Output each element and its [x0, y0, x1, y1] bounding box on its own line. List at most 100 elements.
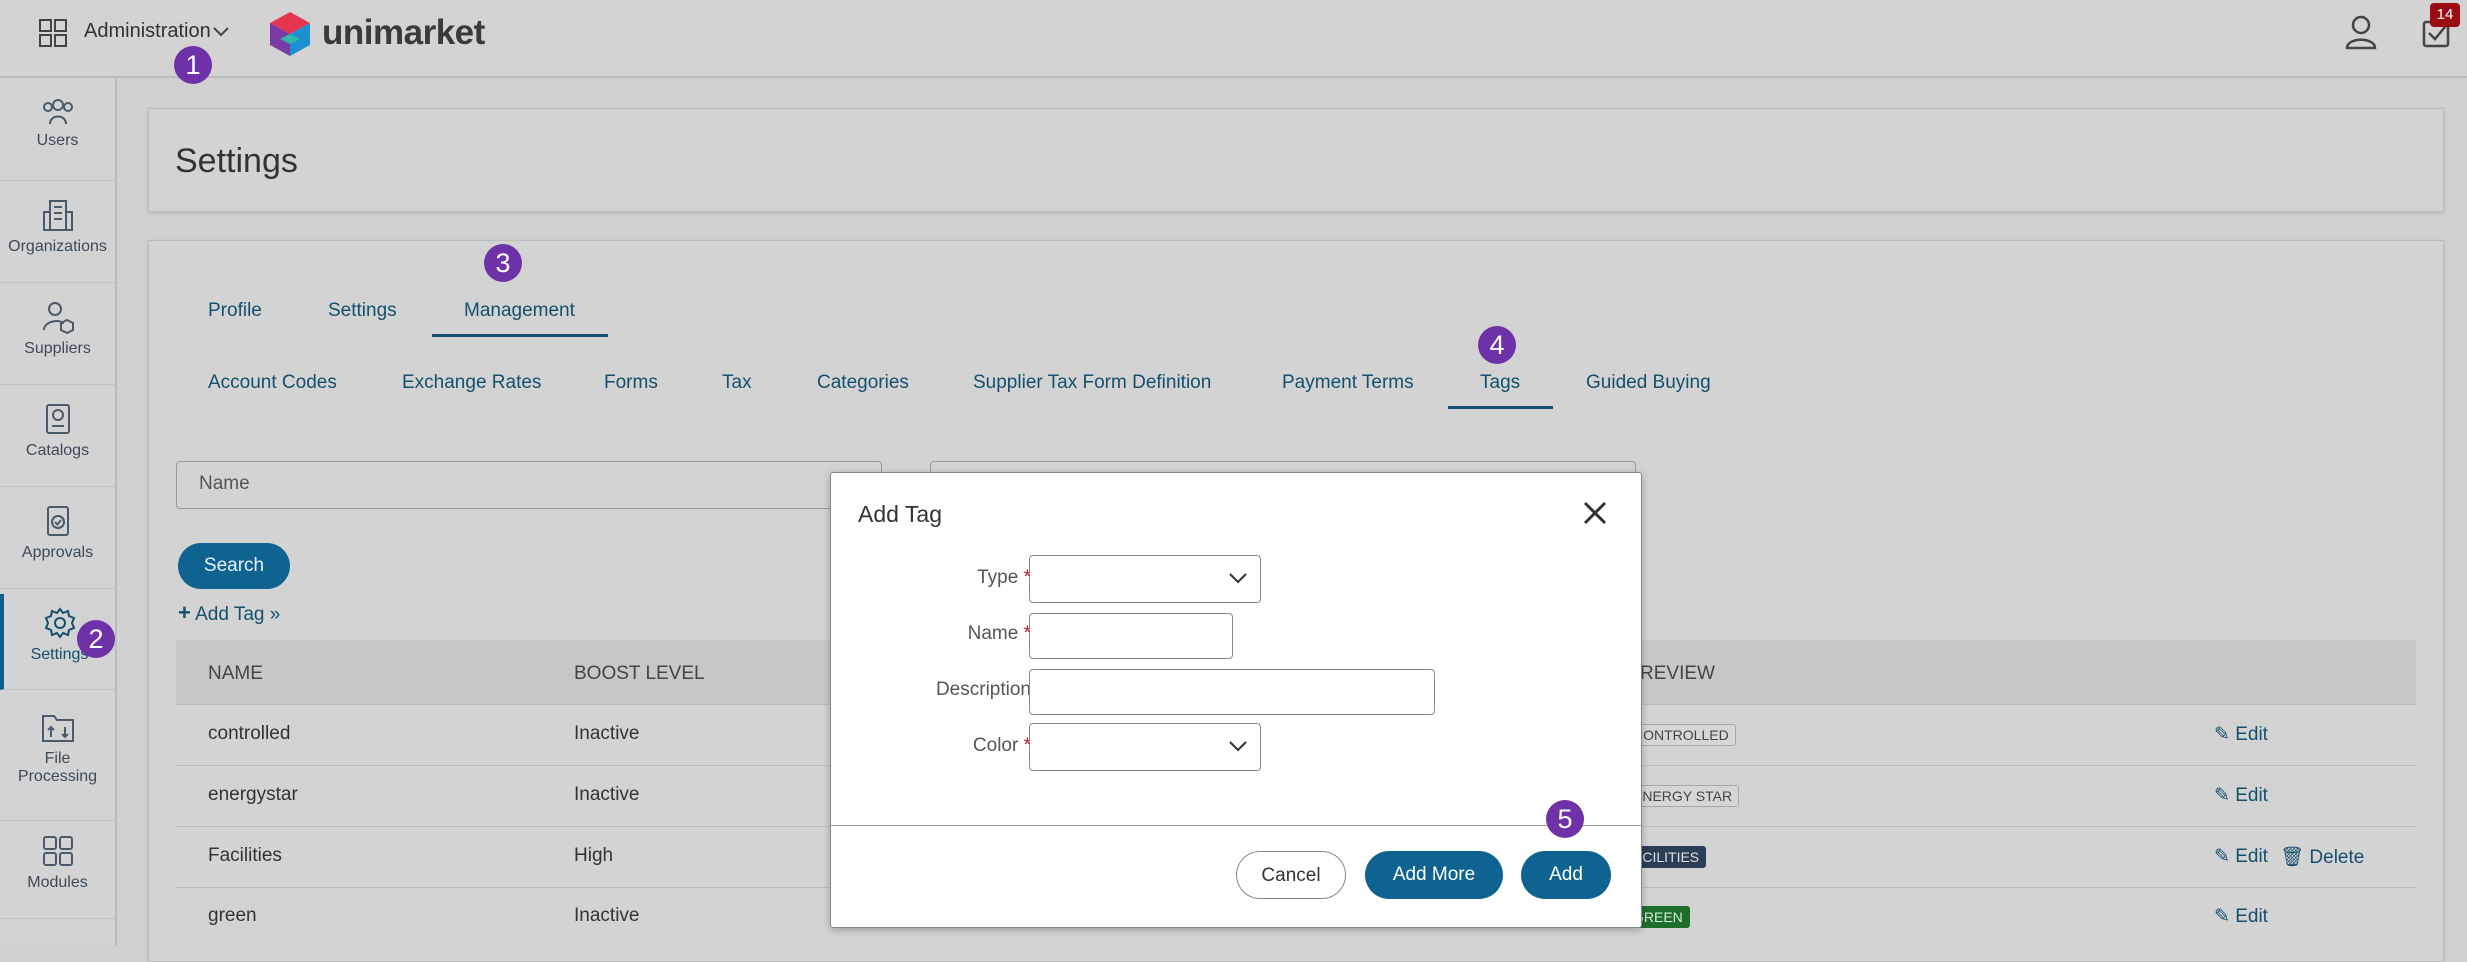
add-tag-link-label: Add Tag »: [195, 604, 281, 625]
search-button[interactable]: Search: [178, 543, 290, 589]
module-switcher[interactable]: Administration: [84, 20, 211, 43]
description-label: Description: [935, 679, 1031, 700]
app-grid-icon[interactable]: [38, 18, 68, 48]
sidebar-item-label: Modules: [27, 874, 88, 891]
table-row-boost: High: [574, 845, 614, 866]
tag-name-field[interactable]: [1029, 613, 1233, 659]
chevron-down-icon: [1229, 741, 1247, 752]
step-callout: 2: [77, 620, 115, 658]
edit-label: Edit: [2235, 724, 2268, 745]
sidebar-item-label: File Processing: [17, 750, 98, 785]
sidebar-item-label: Organizations: [8, 238, 107, 255]
table-row-name: green: [208, 905, 257, 926]
page-header-card: [148, 108, 2444, 212]
subtab-exchange-rates[interactable]: Exchange Rates: [402, 372, 541, 394]
table-row-boost: Inactive: [574, 905, 640, 926]
add-more-button[interactable]: Add More: [1365, 851, 1503, 899]
step-callout: 5: [1546, 800, 1584, 838]
column-header-preview: REVIEW: [1640, 663, 1715, 684]
modules-icon: [42, 836, 73, 866]
dialog-title: Add Tag: [858, 501, 942, 527]
table-row-name: Facilities: [208, 845, 282, 866]
description-field[interactable]: [1029, 669, 1435, 715]
sidebar-item-catalogs[interactable]: Catalogs: [0, 402, 115, 487]
subtab-categories[interactable]: Categories: [817, 372, 909, 394]
catalog-icon: [45, 404, 70, 434]
edit-label: Edit: [2235, 785, 2268, 806]
subtab-guided-buying[interactable]: Guided Buying: [1586, 372, 1711, 394]
table-row-boost: Inactive: [574, 784, 640, 805]
sidebar-item-label: Catalogs: [25, 442, 90, 459]
trash-icon: 🗑: [2280, 847, 2305, 868]
sidebar-item-suppliers[interactable]: Suppliers: [0, 300, 115, 385]
brand-name: unimarket: [322, 13, 485, 52]
edit-label: Edit: [2235, 906, 2268, 927]
column-header-name: NAME: [208, 663, 263, 684]
unimarket-logo-icon: [270, 12, 310, 56]
add-tag-dialog: Add Tag Type * Name * Description Color …: [830, 472, 1642, 928]
table-row-boost: Inactive: [574, 723, 640, 744]
step-callout: 1: [174, 46, 212, 84]
type-select[interactable]: [1029, 555, 1261, 603]
edit-row-button[interactable]: ✎ Edit: [2214, 723, 2268, 746]
chevron-down-icon: [1229, 573, 1247, 584]
tab-management[interactable]: Management: [464, 300, 575, 322]
plus-icon: +: [178, 600, 191, 625]
cancel-button[interactable]: Cancel: [1236, 851, 1346, 899]
supplier-icon: [42, 302, 74, 334]
sidebar-item-approvals[interactable]: Approvals: [0, 504, 115, 589]
pencil-icon: ✎: [2214, 906, 2230, 927]
sidebar-item-file-processing[interactable]: File Processing: [0, 710, 115, 821]
building-icon: [42, 200, 73, 231]
sidebar-item-label: Users: [36, 132, 79, 149]
add-button[interactable]: Add: [1521, 851, 1611, 899]
edit-label: Edit: [2235, 846, 2268, 867]
type-label: Type *: [977, 567, 1031, 588]
subtab-tags[interactable]: Tags: [1480, 372, 1520, 394]
approval-icon: [46, 506, 69, 536]
tag-name-filter-input[interactable]: Name: [176, 461, 882, 509]
tab-profile[interactable]: Profile: [208, 300, 262, 322]
subtab-forms[interactable]: Forms: [604, 372, 658, 394]
name-label: Name *: [967, 623, 1031, 644]
pencil-icon: ✎: [2214, 724, 2230, 745]
edit-row-button[interactable]: ✎ Edit: [2214, 905, 2268, 928]
subtab-tax[interactable]: Tax: [722, 372, 752, 394]
subtab-payment-terms[interactable]: Payment Terms: [1282, 372, 1414, 394]
subtab-account-codes[interactable]: Account Codes: [208, 372, 337, 394]
close-icon[interactable]: [1581, 499, 1609, 527]
pencil-icon: ✎: [2214, 785, 2230, 806]
color-label: Color *: [972, 735, 1031, 756]
delete-row-button[interactable]: 🗑 Delete: [2280, 845, 2364, 869]
subtab-active-indicator: [1448, 406, 1553, 409]
tag-preview-badge: ENERGY STAR: [1626, 785, 1740, 807]
step-callout: 4: [1478, 326, 1516, 364]
users-icon: [42, 99, 73, 125]
sidebar-item-users[interactable]: Users: [0, 96, 115, 181]
page-title: Settings: [175, 142, 298, 180]
edit-row-button[interactable]: ✎ Edit: [2214, 784, 2268, 807]
tag-preview-badge: CONTROLLED: [1626, 724, 1736, 746]
pencil-icon: ✎: [2214, 846, 2230, 867]
sidebar: Users Organizations Suppliers Catalogs A…: [0, 78, 117, 946]
sidebar-item-organizations[interactable]: Organizations: [0, 198, 115, 283]
tab-active-indicator: [432, 334, 608, 337]
table-row-name: energystar: [208, 784, 298, 805]
file-processing-icon: [41, 715, 74, 742]
add-tag-link[interactable]: + Add Tag »: [178, 600, 280, 626]
color-select[interactable]: [1029, 723, 1261, 771]
sidebar-item-label: Approvals: [21, 544, 94, 561]
delete-label: Delete: [2309, 847, 2365, 868]
notification-badge[interactable]: 14: [2430, 3, 2460, 27]
tab-settings[interactable]: Settings: [328, 300, 397, 322]
gear-icon: [44, 607, 75, 639]
column-header-boost-level: BOOST LEVEL: [574, 663, 705, 684]
step-callout: 3: [484, 244, 522, 282]
name-placeholder: Name: [199, 473, 250, 494]
edit-row-button[interactable]: ✎ Edit: [2214, 845, 2268, 868]
top-bar: Administration unimarket 14: [0, 0, 2467, 78]
chevron-down-icon[interactable]: [212, 26, 230, 38]
sidebar-item-modules[interactable]: Modules: [0, 834, 115, 919]
subtab-supplier-tax-form-definition[interactable]: Supplier Tax Form Definition: [973, 372, 1211, 394]
user-account-icon[interactable]: [2344, 14, 2378, 50]
